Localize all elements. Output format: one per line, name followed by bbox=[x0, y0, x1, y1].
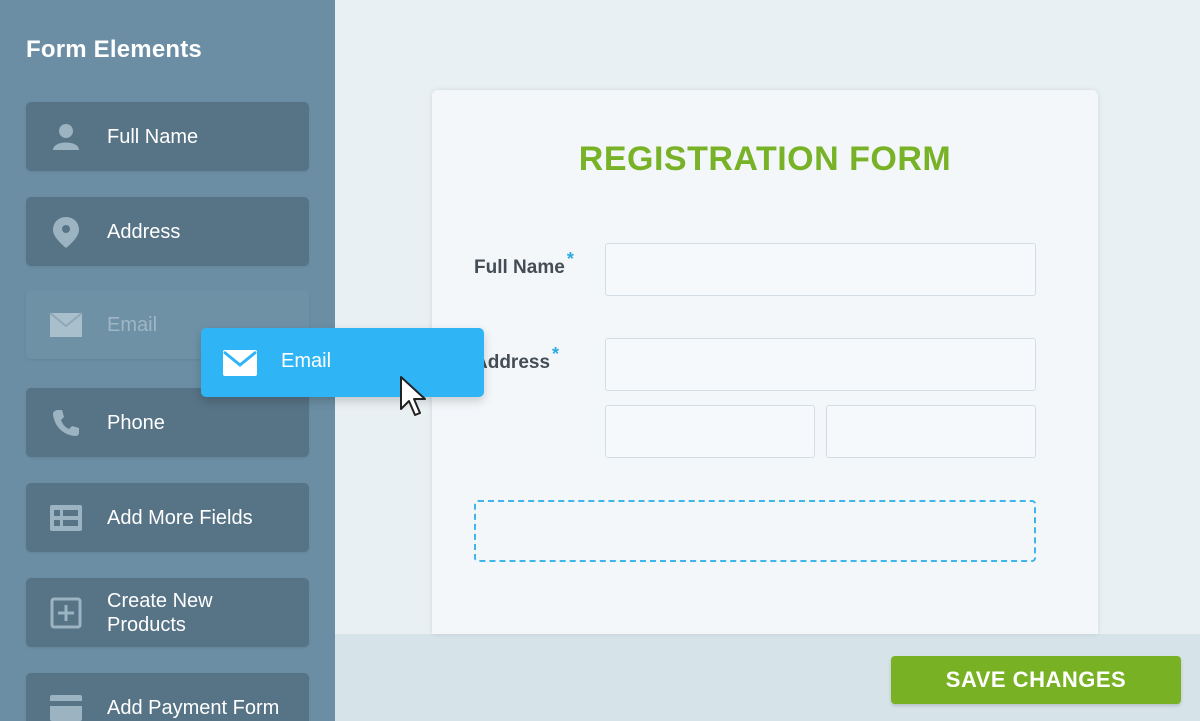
address-city-input[interactable] bbox=[605, 405, 815, 458]
address-zip-input[interactable] bbox=[826, 405, 1036, 458]
required-asterisk: * bbox=[566, 249, 574, 269]
form-title: REGISTRATION FORM bbox=[578, 140, 952, 178]
full-name-label: Full Name * bbox=[474, 249, 574, 279]
credit-card-icon bbox=[48, 690, 84, 721]
address-line-input[interactable] bbox=[605, 338, 1036, 391]
sidebar-item-create-new-products[interactable]: Create New Products bbox=[26, 578, 309, 647]
envelope-icon bbox=[48, 307, 84, 343]
dragged-email-element[interactable]: Email bbox=[201, 328, 484, 397]
drop-zone[interactable] bbox=[474, 500, 1036, 562]
sidebar-item-label: Address bbox=[107, 220, 181, 243]
sidebar-item-label: Add More Fields bbox=[107, 506, 253, 529]
sidebar-item-add-payment-form[interactable]: Add Payment Form bbox=[26, 673, 309, 721]
sidebar-item-phone[interactable]: Phone bbox=[26, 388, 309, 457]
user-icon bbox=[48, 119, 84, 155]
phone-icon bbox=[48, 405, 84, 441]
sidebar-item-label: Create New Products bbox=[107, 589, 213, 636]
sidebar-item-full-name[interactable]: Full Name bbox=[26, 102, 309, 171]
address-label: Address * bbox=[474, 344, 559, 374]
sidebar-item-label: Add Payment Form bbox=[107, 696, 280, 719]
full-name-input[interactable] bbox=[605, 243, 1036, 296]
field-label-text: Full Name bbox=[474, 257, 565, 278]
envelope-icon bbox=[221, 344, 259, 382]
fields-list-icon bbox=[48, 500, 84, 536]
dragged-element-label: Email bbox=[281, 350, 332, 372]
required-asterisk: * bbox=[552, 344, 560, 364]
field-label-text: Address bbox=[474, 352, 551, 373]
mouse-cursor-icon bbox=[400, 376, 426, 416]
sidebar-item-label: Full Name bbox=[107, 125, 199, 148]
location-pin-icon bbox=[48, 214, 84, 250]
sidebar-title: Form Elements bbox=[26, 36, 202, 63]
sidebar-item-address[interactable]: Address bbox=[26, 197, 309, 266]
sidebar-item-add-more-fields[interactable]: Add More Fields bbox=[26, 483, 309, 552]
save-changes-button[interactable]: SAVE CHANGES bbox=[891, 656, 1181, 704]
sidebar-item-label: Phone bbox=[107, 411, 165, 434]
plus-square-icon bbox=[48, 595, 84, 631]
